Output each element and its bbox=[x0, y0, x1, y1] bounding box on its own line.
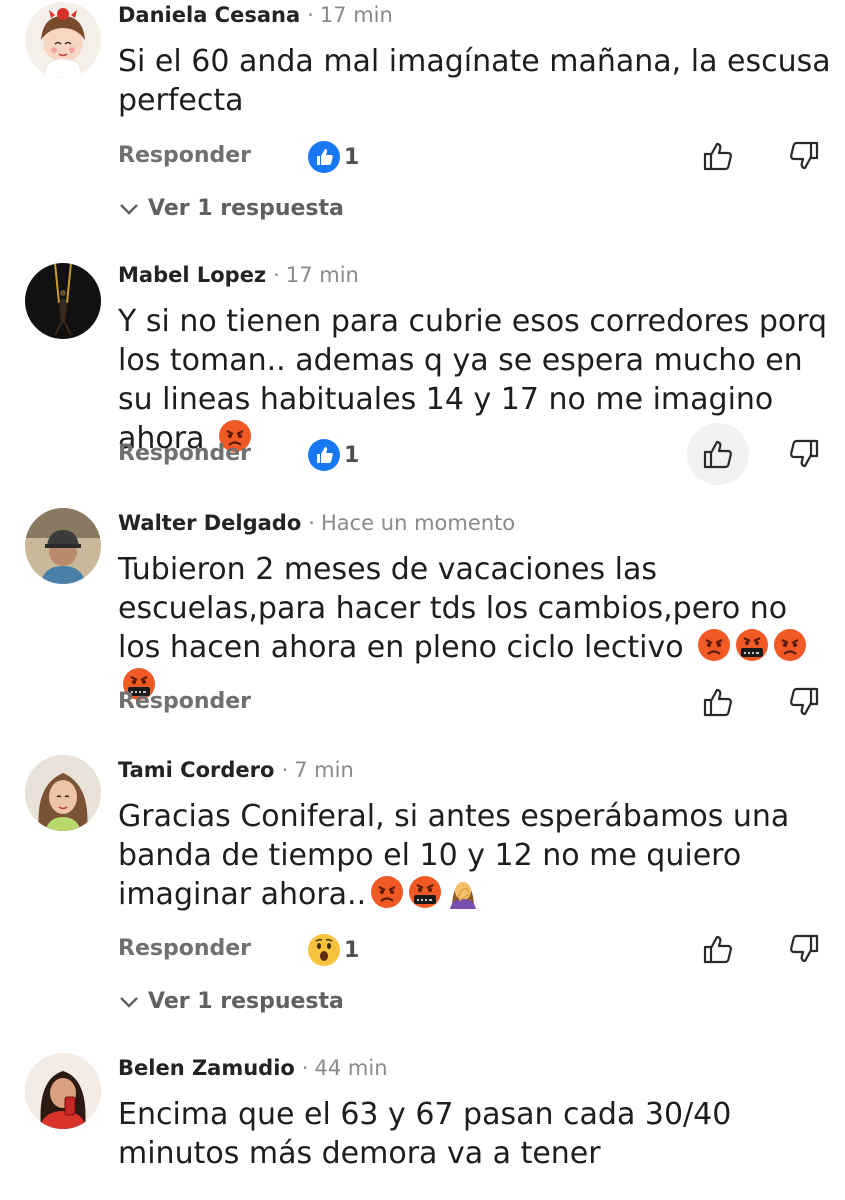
cursing-face-emoji bbox=[408, 875, 442, 909]
avatar[interactable] bbox=[25, 1053, 101, 1129]
thumbs-down-icon bbox=[790, 687, 819, 716]
comment-header: Daniela Cesana · 17 min bbox=[118, 2, 393, 28]
comment-header: Walter Delgado · Hace un momento bbox=[118, 510, 515, 536]
thumbs-down-button[interactable] bbox=[784, 434, 824, 474]
thumbs-down-icon bbox=[790, 439, 819, 468]
author-name[interactable]: Belen Zamudio bbox=[118, 1056, 295, 1080]
author-name[interactable]: Mabel Lopez bbox=[118, 263, 266, 287]
separator-dot: · bbox=[301, 1056, 309, 1080]
thumbs-down-icon bbox=[790, 934, 819, 963]
thumbs-up-icon bbox=[703, 142, 732, 171]
comment-actions: Responder 1 bbox=[118, 136, 833, 176]
chevron-down-icon bbox=[120, 204, 138, 215]
comment-header: Belen Zamudio · 44 min bbox=[118, 1055, 388, 1081]
thumbs-up-button[interactable] bbox=[687, 423, 749, 485]
comment-text: Encima que el 63 y 67 pasan cada 30/40 m… bbox=[118, 1097, 732, 1171]
author-name[interactable]: Tami Cordero bbox=[118, 758, 274, 782]
author-name[interactable]: Daniela Cesana bbox=[118, 3, 300, 27]
timestamp: 7 min bbox=[294, 758, 354, 782]
thumbs-up-button[interactable] bbox=[698, 929, 738, 969]
view-replies-button[interactable]: Ver 1 respuesta bbox=[118, 989, 344, 1014]
thumbs-up-icon bbox=[703, 440, 732, 469]
timestamp: 17 min bbox=[285, 263, 359, 287]
comment-actions: Responder 1 bbox=[118, 423, 833, 485]
wow-reaction-icon bbox=[308, 934, 340, 966]
reply-button[interactable]: Responder bbox=[118, 441, 251, 466]
angry-face-emoji bbox=[697, 628, 731, 662]
author-name[interactable]: Walter Delgado bbox=[118, 511, 301, 535]
comment-actions: Responder 1 bbox=[118, 929, 833, 969]
thumbs-down-icon bbox=[790, 141, 819, 170]
reply-button[interactable]: Responder bbox=[118, 143, 251, 168]
avatar[interactable] bbox=[25, 755, 101, 831]
thumbs-up-button[interactable] bbox=[698, 136, 738, 176]
view-replies-label: Ver 1 respuesta bbox=[148, 196, 344, 221]
separator-dot: · bbox=[273, 263, 280, 287]
comment-header: Tami Cordero · 7 min bbox=[118, 757, 354, 783]
thumbs-down-button[interactable] bbox=[784, 136, 824, 176]
thumbs-up-icon bbox=[703, 935, 732, 964]
reaction-summary[interactable]: 1 bbox=[308, 439, 359, 471]
avatar[interactable] bbox=[25, 2, 101, 78]
comment-header: Mabel Lopez · 17 min bbox=[118, 262, 359, 288]
like-reaction-icon bbox=[308, 439, 340, 471]
thumbs-down-button[interactable] bbox=[784, 929, 824, 969]
separator-dot: · bbox=[307, 3, 314, 27]
avatar[interactable] bbox=[25, 508, 101, 584]
like-reaction-icon bbox=[308, 141, 340, 173]
facepalm-emoji bbox=[446, 875, 480, 909]
separator-dot: · bbox=[281, 758, 289, 782]
timestamp: Hace un momento bbox=[320, 511, 516, 535]
reaction-count: 1 bbox=[344, 937, 360, 963]
thumbs-up-button[interactable] bbox=[698, 682, 738, 722]
comment-actions: Responder bbox=[118, 682, 833, 722]
reaction-count: 1 bbox=[344, 442, 360, 468]
avatar[interactable] bbox=[25, 263, 101, 339]
separator-dot: · bbox=[308, 511, 315, 535]
reply-button[interactable]: Responder bbox=[118, 936, 251, 961]
angry-face-emoji bbox=[370, 875, 404, 909]
chevron-down-icon bbox=[120, 997, 138, 1008]
reaction-summary[interactable]: 1 bbox=[308, 934, 359, 966]
thumbs-up-icon bbox=[703, 688, 732, 717]
view-replies-label: Ver 1 respuesta bbox=[148, 989, 344, 1014]
reaction-count: 1 bbox=[344, 144, 360, 170]
reply-button[interactable]: Responder bbox=[118, 689, 251, 714]
reaction-summary[interactable]: 1 bbox=[308, 141, 359, 173]
angry-face-emoji bbox=[773, 628, 807, 662]
comment-text: Si el 60 anda mal imagínate mañana, la e… bbox=[118, 44, 831, 118]
cursing-face-emoji bbox=[735, 628, 769, 662]
comment-text: Gracias Coniferal, si antes esperábamos … bbox=[118, 797, 833, 914]
comment-text-content: Tubieron 2 meses de vacaciones las escue… bbox=[118, 552, 788, 665]
view-replies-button[interactable]: Ver 1 respuesta bbox=[118, 196, 344, 221]
timestamp: 44 min bbox=[314, 1056, 388, 1080]
thumbs-down-button[interactable] bbox=[784, 682, 824, 722]
timestamp: 17 min bbox=[319, 3, 393, 27]
